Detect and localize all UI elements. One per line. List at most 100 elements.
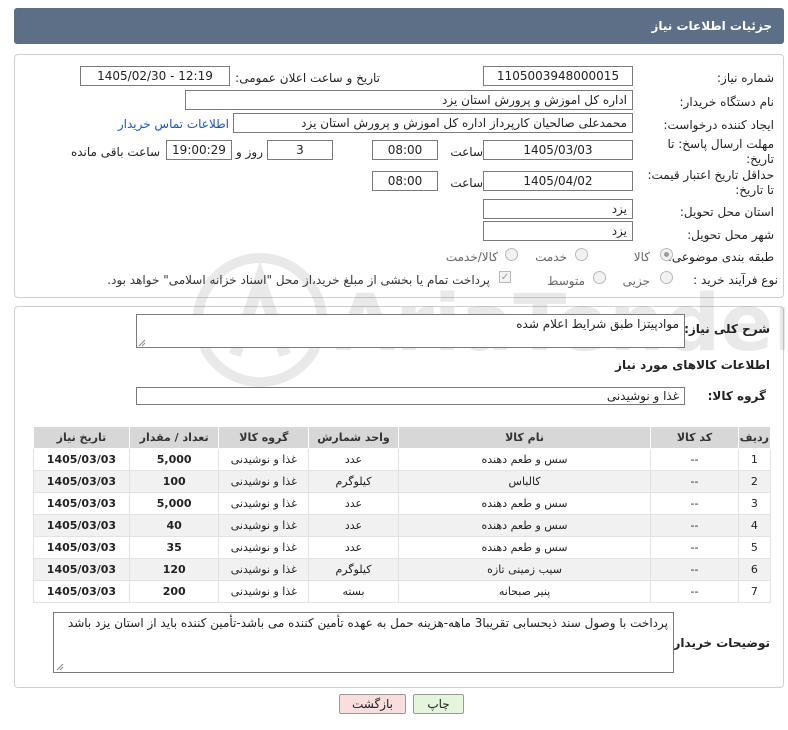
cell-code: -- (650, 536, 739, 559)
deadline-time-label: ساعت (450, 145, 483, 159)
cell-qty: 40 (128, 514, 220, 537)
cell-qty: 100 (128, 470, 220, 493)
cell-unit: عدد (308, 536, 399, 559)
cell-code: -- (650, 448, 739, 471)
buyer-org-label: نام دستگاه خریدار: (679, 95, 775, 109)
buyer-notes-label: توضیحات خریدار: (668, 636, 770, 650)
city-label: شهر محل تحویل: (687, 228, 774, 242)
remaining-label: ساعت باقی مانده (70, 145, 160, 159)
cell-date: 1405/03/03 (33, 536, 130, 559)
buyer-contact-link[interactable]: اطلاعات تماس خریدار (118, 117, 229, 131)
process-partial-label: جزیی (622, 274, 650, 288)
deadline-date-field[interactable]: 1405/03/03 (483, 140, 633, 160)
col-group: گروه کالا (218, 426, 310, 449)
category-goods-radio[interactable] (660, 248, 673, 261)
deadline-label-line1: مهلت ارسال پاسخ: تا (667, 137, 774, 151)
announce-field[interactable]: 1405/02/30 - 12:19 (80, 66, 230, 86)
need-details-page: جزئیات اطلاعات نیاز شماره نیاز: 11050039… (0, 0, 788, 730)
table-row: 4 -- سس و طعم دهنده عدد غذا و نوشیدنی 40 1405/… (33, 514, 772, 537)
process-partial-radio[interactable] (660, 271, 673, 284)
cell-code: -- (650, 470, 739, 493)
validity-time-label: ساعت (450, 176, 483, 190)
cell-name: سس و طعم دهنده (397, 448, 652, 471)
cell-date: 1405/03/03 (33, 558, 130, 581)
page-title: جزئیات اطلاعات نیاز (651, 19, 772, 33)
goods-info-title: اطلاعات کالاهای مورد نیاز (615, 358, 770, 372)
remaining-time-field[interactable]: 19:00:29 (166, 140, 232, 160)
cell-qty: 5,000 (128, 448, 220, 471)
summary-label: شرح کلی نیاز: (684, 322, 770, 336)
buyer-org-field[interactable]: اداره کل اموزش و پرورش استان یزد (185, 90, 633, 110)
col-unit: واحد شمارش (308, 426, 399, 449)
col-name: نام کالا (397, 426, 652, 449)
need-number-field[interactable]: 1105003948000015 (483, 66, 633, 86)
category-service-label: خدمت (535, 250, 567, 264)
table-row: 6 -- سیب زمینی تازه کیلوگرم غذا و نوشیدنی 120… (33, 558, 772, 581)
cell-unit: عدد (308, 514, 399, 537)
validity-time-field[interactable]: 08:00 (372, 171, 438, 191)
cell-row: 6 (737, 558, 772, 581)
cell-date: 1405/03/03 (33, 448, 130, 471)
table-row: 7 -- پنیر صبحانه بسته غذا و نوشیدنی 200 1405/0… (33, 580, 772, 603)
cell-group: غذا و نوشیدنی (218, 536, 310, 559)
print-button[interactable]: چاپ (413, 694, 464, 714)
goods-table-header: ردیف کد کالا نام کالا واحد شمارش گروه کا… (33, 426, 772, 449)
creator-field[interactable]: محمدعلی صالحیان کارپرداز اداره کل اموزش … (233, 113, 633, 133)
resize-grip-icon[interactable] (138, 339, 146, 347)
province-field[interactable]: یزد (483, 199, 633, 219)
cell-date: 1405/03/03 (33, 470, 130, 493)
cell-unit: بسته (308, 580, 399, 603)
col-code: کد کالا (650, 426, 739, 449)
table-row: 3 -- سس و طعم دهنده عدد غذا و نوشیدنی 5,000 14… (33, 492, 772, 515)
col-qty: تعداد / مقدار (128, 426, 220, 449)
category-both-label: کالا/خدمت (445, 250, 498, 264)
cell-group: غذا و نوشیدنی (218, 514, 310, 537)
cell-name: سس و طعم دهنده (397, 536, 652, 559)
cell-qty: 200 (128, 580, 220, 603)
cell-group: غذا و نوشیدنی (218, 492, 310, 515)
table-row: 2 -- کالباس کیلوگرم غذا و نوشیدنی 100 1405/03/… (33, 470, 772, 493)
cell-unit: عدد (308, 492, 399, 515)
page-header: جزئیات اطلاعات نیاز (14, 8, 784, 44)
cell-name: پنیر صبحانه (397, 580, 652, 603)
cell-unit: کیلوگرم (308, 558, 399, 581)
cell-code: -- (650, 580, 739, 603)
cell-group: غذا و نوشیدنی (218, 580, 310, 603)
process-medium-radio[interactable] (593, 271, 606, 284)
deadline-label-line2: تاریخ: (746, 152, 774, 166)
deadline-time-field[interactable]: 08:00 (372, 140, 438, 160)
goods-table: ردیف کد کالا نام کالا واحد شمارش گروه کا… (33, 426, 772, 603)
cell-code: -- (650, 492, 739, 515)
table-row: 5 -- سس و طعم دهنده عدد غذا و نوشیدنی 35 1405/… (33, 536, 772, 559)
city-field[interactable]: یزد (483, 221, 633, 241)
days-remaining-field[interactable]: 3 (267, 140, 333, 160)
notes-resize-grip-icon[interactable] (56, 663, 64, 671)
cell-group: غذا و نوشیدنی (218, 558, 310, 581)
creator-label: ایجاد کننده درخواست: (663, 118, 774, 132)
treasury-payment-checkbox[interactable]: ✓ (499, 271, 511, 283)
category-service-radio[interactable] (575, 248, 588, 261)
cell-row: 4 (737, 514, 772, 537)
cell-name: کالباس (397, 470, 652, 493)
buyer-notes-field[interactable]: پرداخت با وصول سند ذیحسابی تقریبا3 ماهه-… (53, 612, 674, 673)
cell-name: سس و طعم دهنده (397, 514, 652, 537)
goods-group-label: گروه کالا: (707, 389, 766, 403)
cell-row: 7 (737, 580, 772, 603)
announce-label: تاریخ و ساعت اعلان عمومی: (235, 71, 380, 85)
validity-label-line1: حداقل تاریخ اعتبار قیمت: (647, 168, 774, 182)
back-button[interactable]: بازگشت (339, 694, 406, 714)
validity-date-field[interactable]: 1405/04/02 (483, 171, 633, 191)
cell-date: 1405/03/03 (33, 580, 130, 603)
category-both-radio[interactable] (505, 248, 518, 261)
cell-name: سیب زمینی تازه (397, 558, 652, 581)
col-row: ردیف (737, 426, 772, 449)
summary-field[interactable]: موادپیتزا طبق شرایط اعلام شده (136, 314, 685, 348)
process-medium-label: متوسط (547, 274, 585, 288)
cell-name: سس و طعم دهنده (397, 492, 652, 515)
goods-group-field[interactable]: غذا و نوشیدنی (136, 387, 685, 405)
cell-group: غذا و نوشیدنی (218, 448, 310, 471)
cell-qty: 35 (128, 536, 220, 559)
cell-qty: 5,000 (128, 492, 220, 515)
process-label: نوع فرآیند خرید : (693, 273, 778, 287)
cell-row: 5 (737, 536, 772, 559)
